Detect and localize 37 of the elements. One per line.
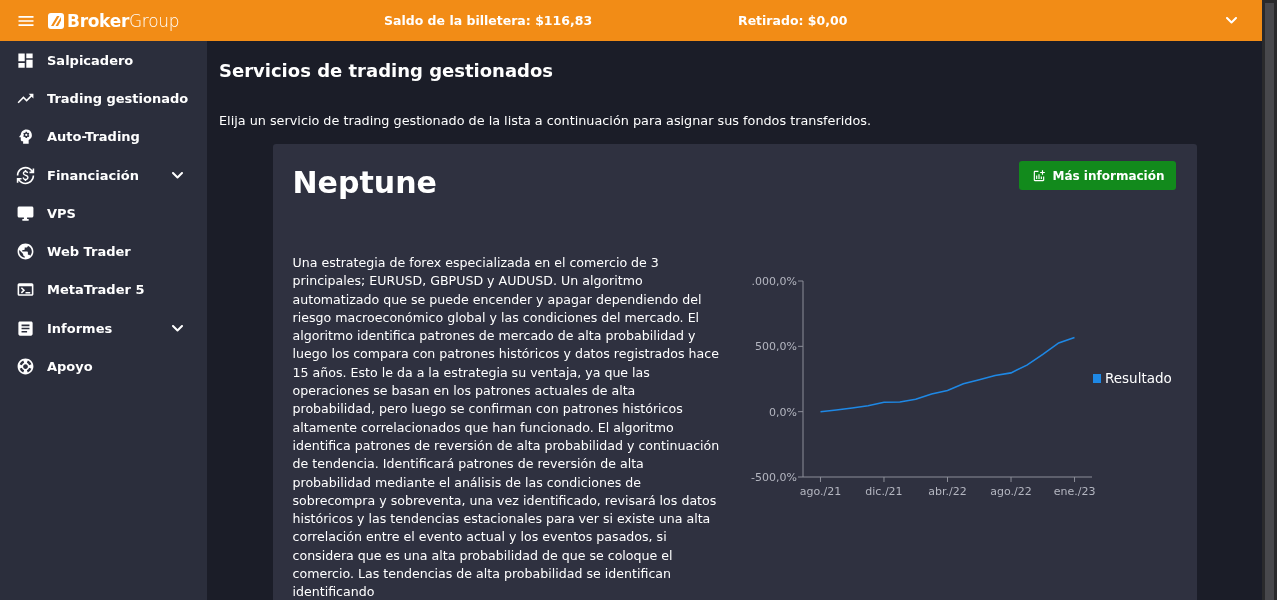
axis-tick-label: .000,0% (751, 275, 797, 288)
sidebar-item[interactable]: Apoyo (0, 347, 207, 386)
head-gear-icon (16, 127, 35, 147)
sidebar-item[interactable]: Financiación (0, 155, 207, 195)
service-name: Neptune (292, 164, 437, 202)
axis-tick-label: ago./21 (799, 485, 841, 498)
wallet-balance: Saldo de la billetera: $116,83 (384, 13, 594, 28)
logo-icon (48, 12, 64, 29)
document-icon (16, 318, 35, 338)
sidebar-item[interactable]: MetaTrader 5 (0, 270, 207, 310)
page-title: Servicios de trading gestionados (219, 59, 555, 83)
monitor-icon (16, 203, 35, 223)
globe-icon (16, 242, 35, 262)
legend-label: Resultado (1104, 370, 1172, 386)
axis-tick-label: ene./23 (1053, 485, 1095, 498)
sidebar-item[interactable]: Informes (0, 309, 207, 348)
sidebar-item[interactable]: Web Trader (0, 232, 207, 271)
lifebuoy-icon (16, 357, 35, 376)
axis-tick-label: -500,0% (750, 471, 797, 484)
grid-icon (16, 50, 35, 70)
service-description: Una estrategia de forex especializada en el comercio de 3 principales; EURUSD, GBPUSD y AUDUSD. Un algoritmo automatizado que se puede encender y apagar dependiendo del riesgo macroeconómico global y las condiciones del mercado. El algoritmo identifica patrones de mercado de alta probabilidad y luego los compara con patrones históricos y datos registrados hace 15 años. Esto le da a la estrategia su ventaja, ya que las operaciones se basan en los patrones actuales de alta probabilidad, pero luego se confirman con patrones históricos altamente correlacionados que han funcionado. El algoritmo identifica patrones de reversión de alta probabilidad y continuación de tendencia. Identificará patrones de reversión de alta probabilidad mediante el análisis de las condiciones de sobrecompra y sobreventa, una vez identificado, revisará los datos históricos y las tendencias estacionales para ver si existe una alta correlación entre el evento actual y los eventos pasados, si considera que es una alta probabilidad de que se coloque el comercio. Las tendencias de alta probabilidad se identifican identificando (292, 254, 721, 600)
sidebar-item[interactable]: Salpicadero (0, 41, 207, 80)
withdrawn-amount: Retirado: $0,00 (738, 13, 849, 28)
axis-tick-label: abr./22 (927, 485, 967, 498)
more-info-button[interactable]: Más información (1019, 161, 1176, 190)
dollar-cycle-icon (16, 165, 35, 185)
axis-tick-label: dic./21 (864, 485, 903, 498)
page-intro: Elija un servicio de trading gestionado de la lista a continuación para asignar sus fondos transferidos. (219, 112, 872, 130)
chevron-down-icon (1226, 17, 1237, 24)
axis-tick-label: 500,0% (754, 340, 797, 354)
sidebar-item[interactable]: Auto-Trading (0, 117, 207, 156)
logo-text: BrokerGroup (67, 10, 180, 31)
sidebar-item[interactable]: VPS (0, 194, 207, 233)
chart-plus-icon (1032, 168, 1047, 183)
axis-tick-label: ago./22 (989, 485, 1032, 498)
sidebar-item[interactable]: Trading gestionado (0, 79, 207, 118)
axis-tick-label: 0,0% (768, 405, 797, 419)
